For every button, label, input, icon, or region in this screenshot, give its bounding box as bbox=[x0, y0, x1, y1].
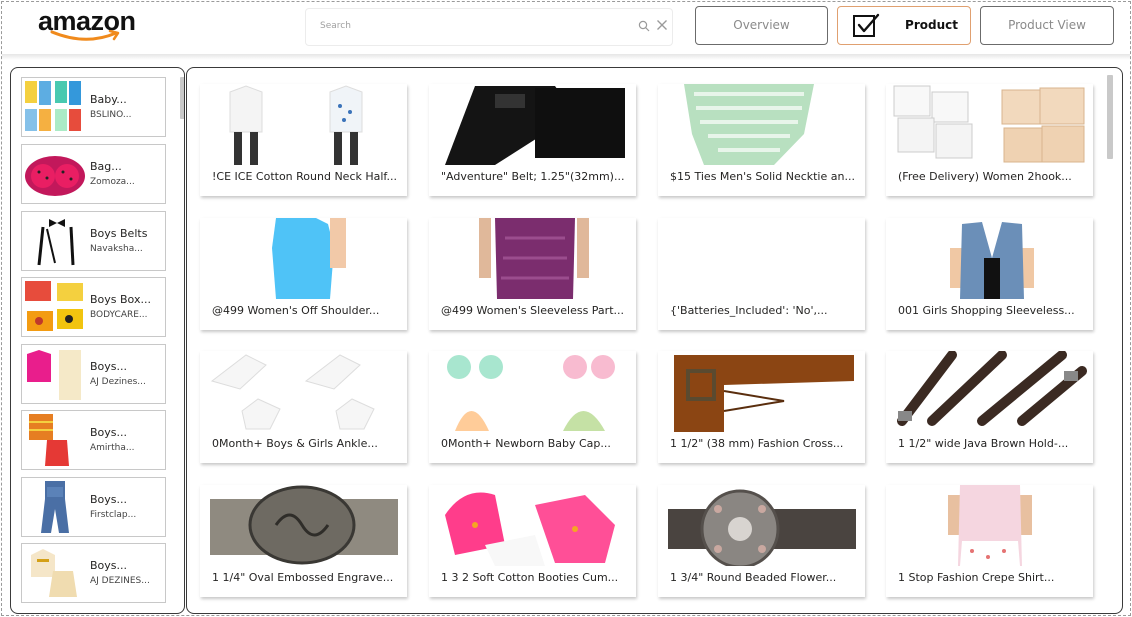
product-title: @499 Women's Sleeveless Part... bbox=[441, 304, 624, 317]
sidebar-item[interactable]: Boys... Amirtha... bbox=[21, 410, 166, 470]
dhoti-set-thumbnail bbox=[29, 414, 69, 466]
product-title: @499 Women's Off Shoulder... bbox=[212, 304, 380, 317]
product-card[interactable]: 1 Stop Fashion Crepe Shirt... bbox=[886, 485, 1093, 597]
beaded-buckle-image bbox=[668, 489, 856, 566]
necktie-image bbox=[684, 84, 814, 165]
search-box[interactable] bbox=[305, 8, 673, 46]
brown-belt-image bbox=[674, 355, 854, 432]
close-icon[interactable] bbox=[656, 19, 668, 31]
sidebar-item[interactable]: Boys... AJ Dezines... bbox=[21, 344, 166, 404]
product-title: "Adventure" Belt; 1.25"(32mm)... bbox=[441, 170, 625, 183]
engraved-buckle-image bbox=[210, 485, 398, 565]
booties-image bbox=[445, 492, 615, 566]
dungarees-thumbnail bbox=[41, 481, 69, 533]
kurta-thumbnail bbox=[27, 350, 81, 400]
bra-extender-image bbox=[893, 85, 1085, 163]
product-card[interactable]: 1 1/2" wide Java Brown Hold-... bbox=[886, 351, 1093, 463]
sidebar-item[interactable]: Baby... BSLINO... bbox=[21, 77, 166, 137]
sidebar-item-brand: AJ DEZINES... bbox=[90, 576, 150, 586]
product-card[interactable]: 0Month+ Boys & Girls Ankle... bbox=[200, 351, 407, 463]
sidebar-item-brand: Zomoza... bbox=[90, 177, 135, 187]
product-title: $15 Ties Men's Solid Necktie an... bbox=[670, 170, 855, 183]
product-card[interactable]: 1 3 2 Soft Cotton Booties Cum... bbox=[429, 485, 636, 597]
product-title: 001 Girls Shopping Sleeveless... bbox=[898, 304, 1075, 317]
product-card[interactable]: 1 1/2" (38 mm) Fashion Cross... bbox=[658, 351, 865, 463]
suspenders-thumbnail bbox=[37, 219, 75, 266]
product-title: 1 Stop Fashion Crepe Shirt... bbox=[898, 571, 1055, 584]
sidebar-item[interactable]: Boys Box... BODYCARE... bbox=[21, 277, 166, 337]
product-title: 1 1/2" (38 mm) Fashion Cross... bbox=[670, 437, 844, 450]
ethnic-set-thumbnail bbox=[31, 549, 77, 597]
product-card[interactable]: 001 Girls Shopping Sleeveless... bbox=[886, 218, 1093, 330]
sidebar-item[interactable]: Boys Belts Navaksha... bbox=[21, 211, 166, 271]
product-grid[interactable]: !CE ICE Cotton Round Neck Half... "Adven… bbox=[186, 67, 1123, 614]
sidebar-item-title: Boys... bbox=[90, 493, 128, 506]
sidebar-item-title: Baby... bbox=[90, 93, 127, 106]
sidebar-item-title: Boys Belts bbox=[90, 227, 148, 240]
blank-image bbox=[664, 218, 859, 299]
sidebar-item[interactable]: Boys... AJ DEZINES... bbox=[21, 543, 166, 603]
tshirt-image bbox=[229, 85, 363, 165]
search-icon[interactable] bbox=[638, 20, 650, 32]
bra-bag-thumbnail bbox=[25, 156, 85, 196]
product-card[interactable]: @499 Women's Sleeveless Part... bbox=[429, 218, 636, 330]
sidebar-item-title: Bag... bbox=[90, 160, 122, 173]
sidebar-item-brand: BSLINO... bbox=[90, 110, 132, 120]
overview-button[interactable]: Overview bbox=[695, 6, 828, 45]
search-input[interactable] bbox=[320, 21, 620, 31]
sidebar-item-title: Boys Box... bbox=[90, 293, 151, 306]
product-title: !CE ICE Cotton Round Neck Half... bbox=[212, 170, 397, 183]
party-dress-image bbox=[479, 218, 589, 299]
product-title: 1 3/4" Round Beaded Flower... bbox=[670, 571, 837, 584]
belt-image bbox=[445, 86, 625, 165]
product-title: 0Month+ Boys & Girls Ankle... bbox=[212, 437, 378, 450]
product-title: 1 1/2" wide Java Brown Hold-... bbox=[898, 437, 1069, 450]
sidebar-item-brand: Navaksha... bbox=[90, 244, 143, 254]
product-card[interactable]: !CE ICE Cotton Round Neck Half... bbox=[200, 84, 407, 196]
boxer-shorts-thumbnail bbox=[25, 281, 83, 331]
suspenders-image bbox=[897, 351, 1087, 426]
crepe-shirt-image bbox=[948, 485, 1032, 566]
sidebar-item-brand: Firstclap... bbox=[90, 510, 137, 520]
socks-thumbnail bbox=[25, 81, 81, 131]
product-title: (Free Delivery) Women 2hook... bbox=[898, 170, 1072, 183]
logo-smile-icon bbox=[50, 30, 120, 41]
sidebar-item-brand: Amirtha... bbox=[90, 443, 135, 453]
product-view-button[interactable]: Product View bbox=[980, 6, 1114, 45]
product-button-label: Product bbox=[905, 18, 958, 32]
product-title: {'Batteries_Included': 'No',... bbox=[670, 304, 828, 317]
product-title: 1 3 2 Soft Cotton Booties Cum... bbox=[441, 571, 619, 584]
header-divider bbox=[2, 54, 1130, 60]
grid-scrollbar[interactable] bbox=[1107, 75, 1113, 159]
product-card[interactable]: {'Batteries_Included': 'No',... bbox=[658, 218, 865, 330]
sidebar-item[interactable]: Boys... Firstclap... bbox=[21, 477, 166, 537]
ankle-socks-image bbox=[210, 354, 375, 430]
product-title: 1 1/4" Oval Embossed Engrave... bbox=[212, 571, 394, 584]
amazon-logo: amazon bbox=[38, 6, 148, 46]
baby-caps-image bbox=[447, 355, 615, 431]
product-card[interactable]: 1 1/4" Oval Embossed Engrave... bbox=[200, 485, 407, 597]
product-card[interactable]: "Adventure" Belt; 1.25"(32mm)... bbox=[429, 84, 636, 196]
checkbox-checked-icon bbox=[853, 13, 880, 37]
sidebar-item[interactable]: Bag... Zomoza... bbox=[21, 144, 166, 204]
product-card[interactable]: @499 Women's Off Shoulder... bbox=[200, 218, 407, 330]
sidebar-item-title: Boys... bbox=[90, 360, 128, 373]
sidebar-item-title: Boys... bbox=[90, 559, 128, 572]
product-card[interactable]: $15 Ties Men's Solid Necktie an... bbox=[658, 84, 865, 196]
product-button[interactable]: Product bbox=[837, 6, 971, 45]
sidebar-item-title: Boys... bbox=[90, 426, 128, 439]
sidebar-item-brand: AJ Dezines... bbox=[90, 377, 146, 387]
product-title: 0Month+ Newborn Baby Cap... bbox=[441, 437, 611, 450]
product-card[interactable]: (Free Delivery) Women 2hook... bbox=[886, 84, 1093, 196]
sidebar-scrollbar[interactable] bbox=[180, 77, 184, 119]
product-card[interactable]: 1 3/4" Round Beaded Flower... bbox=[658, 485, 865, 597]
product-card[interactable]: 0Month+ Newborn Baby Cap... bbox=[429, 351, 636, 463]
denim-vest-image bbox=[950, 222, 1034, 299]
off-shoulder-top-image bbox=[272, 218, 346, 299]
sidebar-item-brand: BODYCARE... bbox=[90, 310, 148, 320]
category-sidebar[interactable]: Baby... BSLINO... Bag... Zomoza... Boys … bbox=[10, 67, 185, 614]
